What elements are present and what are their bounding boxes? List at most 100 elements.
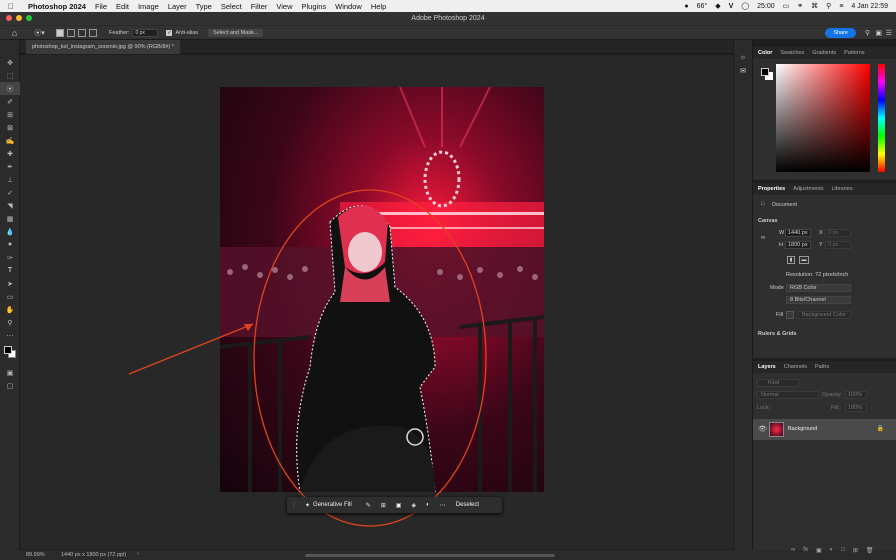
tab-patterns[interactable]: Patterns (844, 50, 864, 56)
eye-icon[interactable]: 👁 (758, 425, 767, 433)
frame-tool-icon[interactable]: ⊠ (0, 121, 20, 134)
tab-layers[interactable]: Layers (758, 364, 776, 370)
menu-image[interactable]: Image (138, 2, 159, 11)
layer-row-background[interactable]: 👁 Background 🔒 (753, 419, 896, 440)
portrait-orientation-icon[interactable]: ▮ (787, 256, 795, 264)
move-tool-icon[interactable]: ✥ (0, 56, 20, 69)
layer-style-icon[interactable]: fx (803, 547, 808, 554)
creative-cloud-icon[interactable]: ● (684, 3, 688, 10)
menu-window[interactable]: Window (335, 2, 362, 11)
menu-layer[interactable]: Layer (168, 2, 187, 11)
pen-tool-icon[interactable]: ✑ (0, 251, 20, 264)
x-input[interactable]: 0 px (825, 229, 851, 237)
search-icon[interactable]: ⚲ (826, 2, 831, 10)
type-tool-icon[interactable]: T (0, 264, 20, 277)
link-layers-icon[interactable]: ∞ (791, 547, 795, 554)
y-input[interactable]: 0 px (825, 241, 851, 249)
battery-icon[interactable]: ▭ (783, 2, 790, 10)
menu-plugins[interactable]: Plugins (302, 2, 327, 11)
search-icon[interactable]: ⚲ (865, 29, 870, 37)
tab-paths[interactable]: Paths (815, 364, 829, 370)
comments-panel-icon[interactable]: ✉ (734, 67, 752, 75)
path-selection-tool-icon[interactable]: ➤ (0, 277, 20, 290)
invert-selection-icon[interactable]: ⊞ (381, 502, 386, 509)
lasso-tool-preset-icon[interactable]: ⦿▾ (34, 28, 45, 37)
eraser-tool-icon[interactable]: ◥ (0, 199, 20, 212)
menu-help[interactable]: Help (371, 2, 386, 11)
crop-tool-icon[interactable]: ⊞ (0, 108, 20, 121)
tab-adjustments[interactable]: Adjustments (793, 186, 823, 192)
feather-input[interactable]: 0 px (132, 28, 159, 37)
zoom-tool-icon[interactable]: ⚲ (0, 316, 20, 329)
opacity-input[interactable]: 100% (845, 391, 867, 399)
quick-mask-icon[interactable]: ▣ (0, 366, 20, 379)
tab-swatches[interactable]: Swatches (780, 50, 804, 56)
zoom-window-button[interactable] (26, 15, 32, 21)
date-time[interactable]: 4 Jan 22:59 (851, 3, 888, 10)
rectangle-tool-icon[interactable]: ▭ (0, 290, 20, 303)
marquee-tool-icon[interactable]: ⬚ (0, 69, 20, 82)
menu-file[interactable]: File (95, 2, 107, 11)
timer-value[interactable]: 25:00 (757, 3, 775, 10)
tab-libraries[interactable]: Libraries (831, 186, 852, 192)
link-icon[interactable]: ∞ (761, 235, 765, 241)
more-tools-icon[interactable]: ⋯ (0, 329, 20, 342)
new-adjustment-layer-icon[interactable]: ◐ (830, 547, 834, 554)
add-selection-mode-button[interactable] (67, 28, 75, 37)
home-icon[interactable]: ⌂ (10, 28, 19, 38)
menu-view[interactable]: View (276, 2, 292, 11)
quick-selection-tool-icon[interactable]: ✐ (0, 95, 20, 108)
generative-fill-icon[interactable]: ✦ (305, 502, 310, 509)
foreground-color-chip[interactable] (761, 68, 769, 76)
hand-tool-icon[interactable]: ✋ (0, 303, 20, 316)
new-layer-icon[interactable]: ⊞ (853, 547, 858, 554)
menu-edit[interactable]: Edit (116, 2, 129, 11)
create-mask-icon[interactable]: ▣ (396, 502, 402, 509)
drag-handle-icon[interactable]: ⋮ (291, 502, 297, 509)
wifi-icon[interactable]: ⌘ (811, 2, 818, 10)
blend-mode-select[interactable]: Normal (757, 391, 819, 399)
add-mask-icon[interactable]: ▣ (816, 547, 822, 554)
tab-gradients[interactable]: Gradients (812, 50, 836, 56)
layer-fill-input[interactable]: 100% (845, 404, 867, 412)
layer-name[interactable]: Background (788, 426, 817, 432)
document-tab[interactable]: photoshop_kol_instagram_sooxnie.jpg @ 90… (26, 40, 180, 54)
new-group-icon[interactable]: □ (841, 547, 845, 554)
fill-color-swatch[interactable] (786, 311, 794, 319)
apple-icon[interactable]:  (8, 2, 18, 11)
menu-select[interactable]: Select (221, 2, 242, 11)
temperature-status[interactable]: 66° (697, 3, 708, 10)
menu-app-name[interactable]: Photoshop 2024 (28, 2, 86, 11)
brush-tool-icon[interactable]: ✒ (0, 160, 20, 173)
bit-depth-select[interactable]: 8 Bits/Channel (786, 296, 851, 304)
menu-filter[interactable]: Filter (251, 2, 268, 11)
gradient-tool-icon[interactable]: ▦ (0, 212, 20, 225)
control-center-icon[interactable]: ≡ (839, 3, 843, 10)
fill-select[interactable]: Background Color (798, 311, 851, 319)
canvas-section-header[interactable]: Canvas (758, 218, 778, 224)
headphones-icon[interactable]: ⚭ (797, 2, 803, 10)
generative-fill-button[interactable]: Generative Fill (313, 502, 352, 508)
learn-panel-icon[interactable]: ☼ (734, 54, 752, 61)
modify-selection-icon[interactable]: ✎ (366, 502, 371, 509)
status-expand-icon[interactable]: › (137, 551, 139, 557)
menu-type[interactable]: Type (196, 2, 212, 11)
fill-selection-icon[interactable]: ◈ (411, 502, 416, 509)
lock-icon[interactable]: 🔒 (877, 425, 884, 432)
tab-properties[interactable]: Properties (758, 186, 785, 192)
more-options-icon[interactable]: ⋯ (440, 502, 446, 509)
deselect-button[interactable]: Deselect (456, 502, 479, 508)
height-input[interactable]: 1800 px (785, 241, 811, 249)
history-brush-tool-icon[interactable]: ✓ (0, 186, 20, 199)
zoom-level[interactable]: 89.99% (26, 552, 45, 558)
tab-channels[interactable]: Channels (784, 364, 807, 370)
foreground-color-swatch[interactable] (4, 346, 12, 354)
foreground-background-colors[interactable] (0, 344, 20, 366)
new-selection-mode-button[interactable] (56, 28, 64, 37)
v-icon[interactable]: V (729, 3, 734, 10)
panel-options-icon[interactable]: ☰ (886, 29, 892, 37)
hue-slider[interactable] (878, 64, 885, 172)
workspace-icon[interactable]: ▣ (875, 29, 882, 37)
subtract-selection-mode-button[interactable] (78, 28, 86, 37)
eyedropper-tool-icon[interactable]: ✍ (0, 134, 20, 147)
